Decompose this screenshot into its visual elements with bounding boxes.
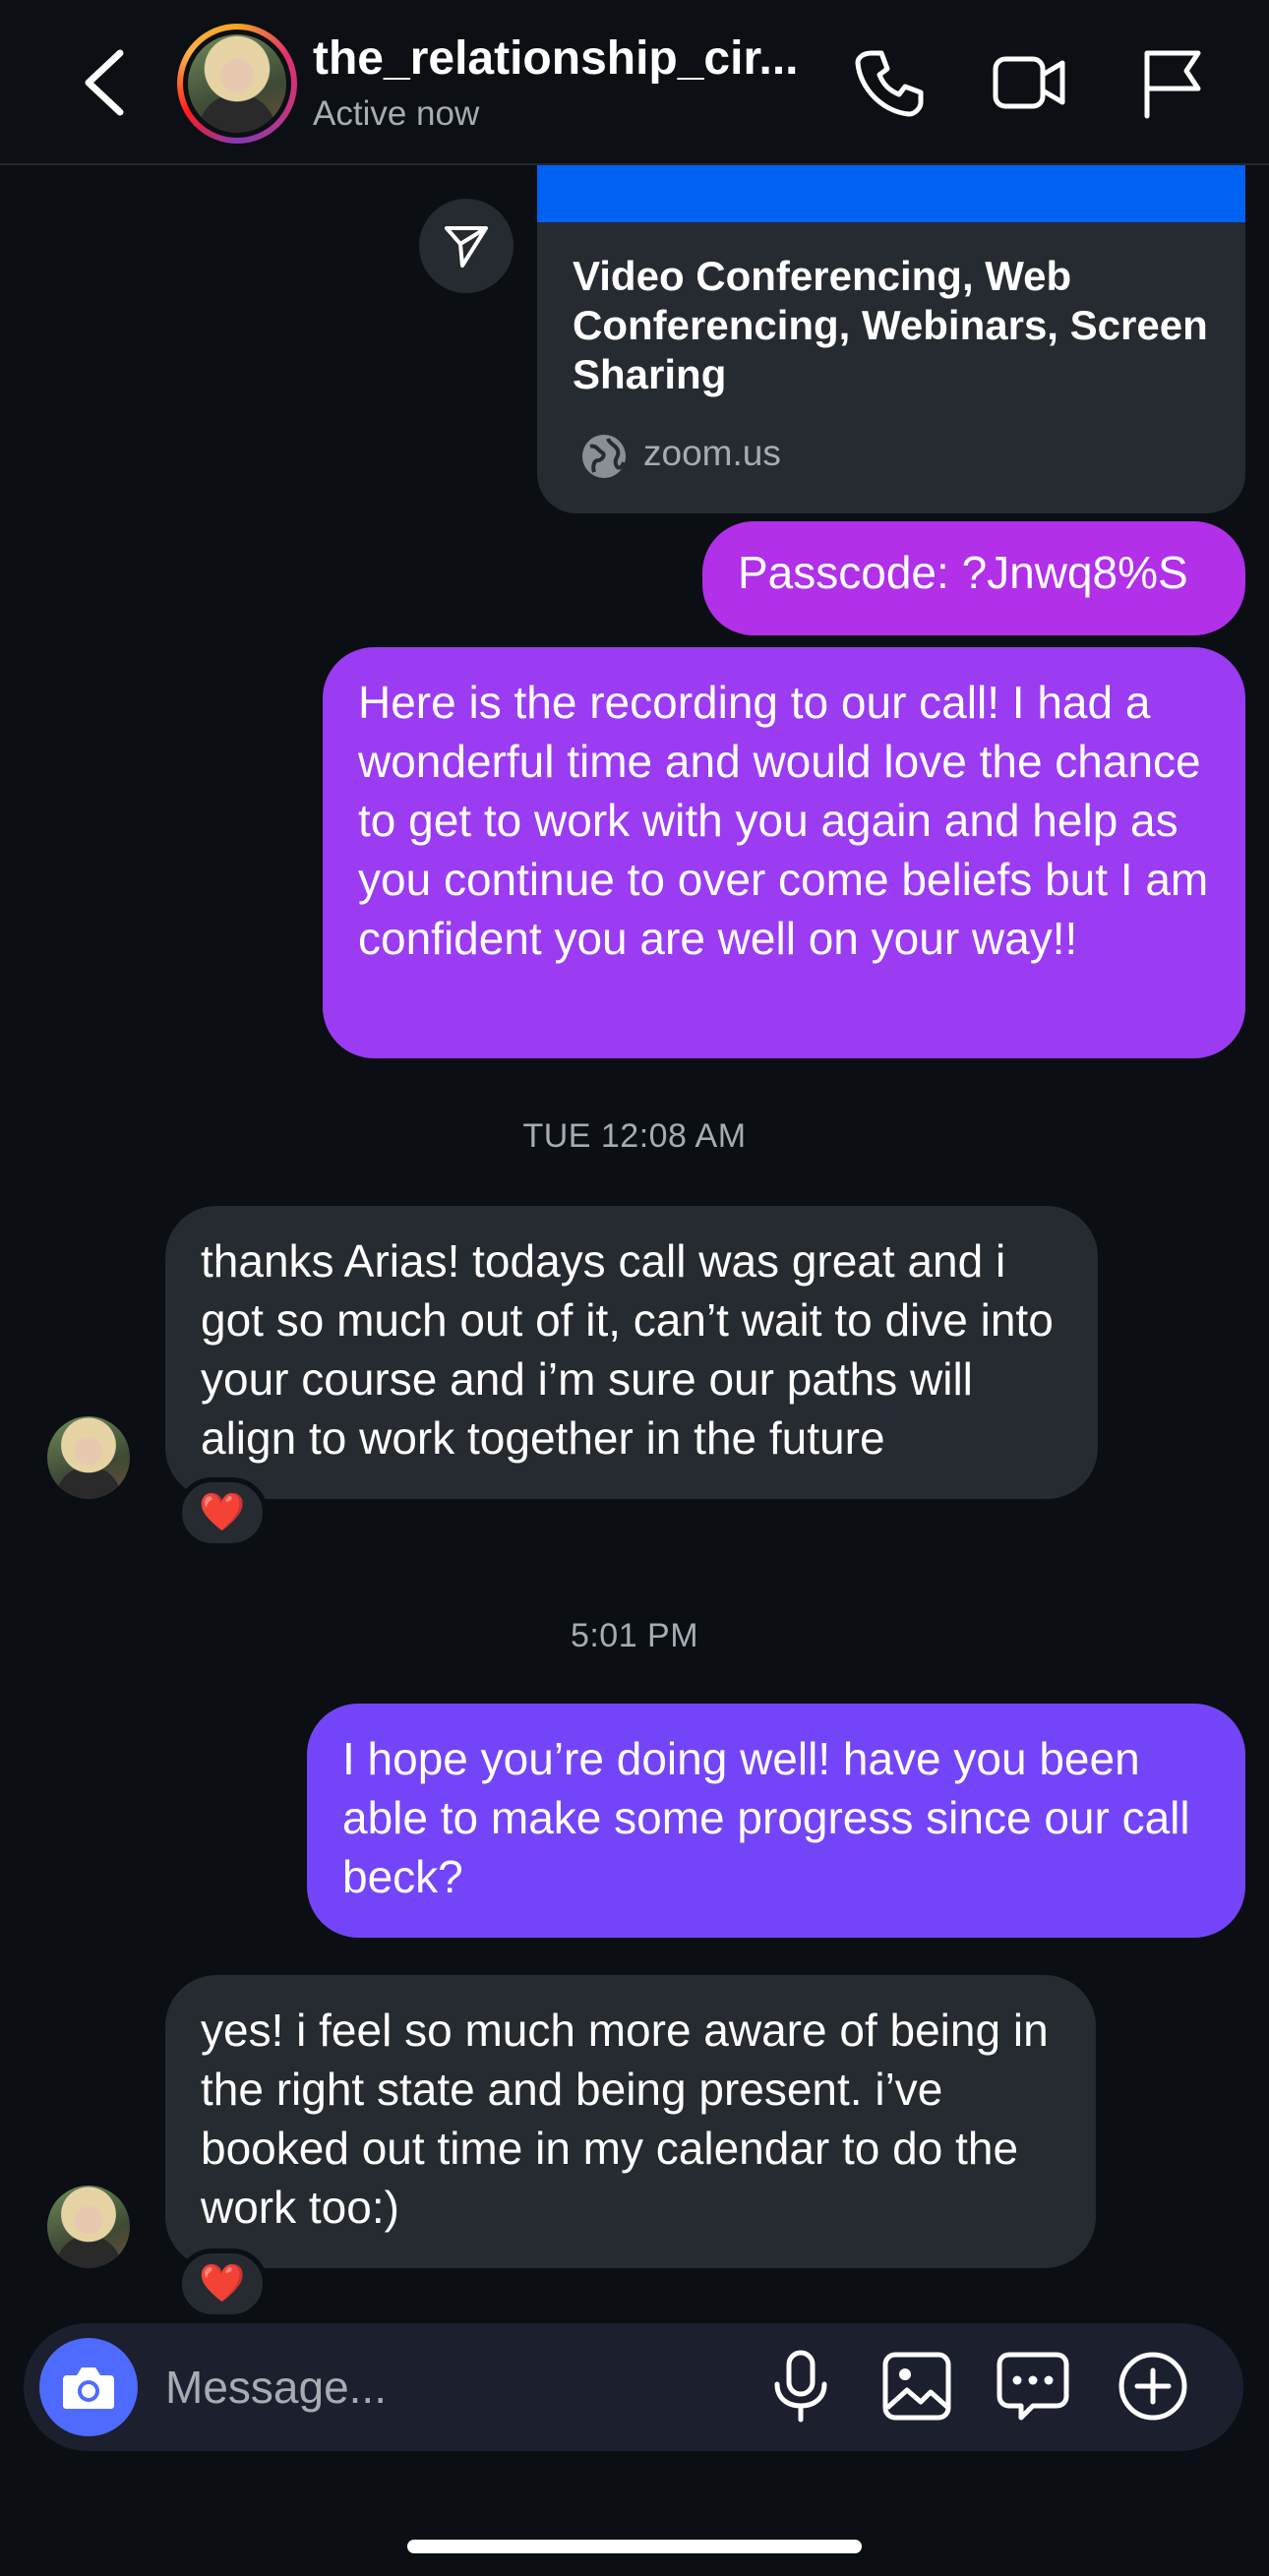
outgoing-message-passcode[interactable]: Passcode: ?Jnwq8%S: [702, 521, 1245, 635]
link-preview-card[interactable]: Video Conferencing, Web Conferencing, We…: [537, 165, 1245, 513]
video-camera-icon[interactable]: [990, 43, 1068, 122]
contact-name[interactable]: the_relationship_cir...: [313, 31, 824, 86]
share-button[interactable]: [419, 199, 514, 293]
paper-plane-icon: [445, 226, 488, 268]
link-preview-image: [537, 165, 1245, 222]
incoming-message-progress[interactable]: yes! i feel so much more aware of being …: [165, 1975, 1096, 2268]
timestamp: TUE 12:08 AM: [522, 1117, 747, 1155]
timestamp: 5:01 PM: [570, 1617, 699, 1654]
message-text: Passcode: ?Jnwq8%S: [738, 547, 1188, 598]
globe-icon: [578, 431, 630, 482]
message-text: thanks Arias! todays call was great and …: [201, 1235, 1054, 1464]
link-domain: zoom.us: [643, 433, 781, 473]
heart-icon: ❤️: [199, 1492, 246, 1533]
camera-button[interactable]: [39, 2338, 138, 2436]
contact-avatar[interactable]: [177, 24, 297, 144]
phone-icon[interactable]: [850, 43, 929, 122]
message-text: I hope you’re doing well! have you been …: [342, 1733, 1190, 1902]
microphone-icon[interactable]: [761, 2347, 840, 2426]
sticker-chat-icon[interactable]: [994, 2347, 1072, 2426]
active-status: Active now: [313, 94, 480, 133]
heart-icon: ❤️: [199, 2263, 246, 2305]
message-text: yes! i feel so much more aware of being …: [201, 2005, 1049, 2233]
link-preview-title: Video Conferencing, Web Conferencing, We…: [573, 253, 1208, 397]
outgoing-message-followup[interactable]: I hope you’re doing well! have you been …: [307, 1704, 1245, 1938]
message-composer: [24, 2323, 1243, 2451]
dm-screen: the_relationship_cir... Active now Video…: [0, 0, 1269, 2576]
heart-reaction[interactable]: ❤️: [177, 2248, 268, 2319]
chat-header: the_relationship_cir... Active now: [0, 0, 1269, 165]
camera-icon: [63, 2367, 114, 2409]
contact-avatar-small[interactable]: [47, 2186, 130, 2268]
message-input[interactable]: [165, 2353, 637, 2422]
message-text: Here is the recording to our call! I had…: [358, 677, 1209, 964]
home-indicator[interactable]: [407, 2540, 862, 2553]
back-arrow-icon[interactable]: [77, 47, 132, 118]
plus-icon[interactable]: [1114, 2347, 1192, 2426]
gallery-icon[interactable]: [877, 2347, 956, 2426]
outgoing-message-recording[interactable]: Here is the recording to our call! I had…: [323, 647, 1245, 1058]
flag-icon[interactable]: [1133, 43, 1212, 122]
incoming-message-thanks[interactable]: thanks Arias! todays call was great and …: [165, 1206, 1098, 1499]
heart-reaction[interactable]: ❤️: [177, 1477, 268, 1548]
contact-avatar-small[interactable]: [47, 1416, 130, 1499]
